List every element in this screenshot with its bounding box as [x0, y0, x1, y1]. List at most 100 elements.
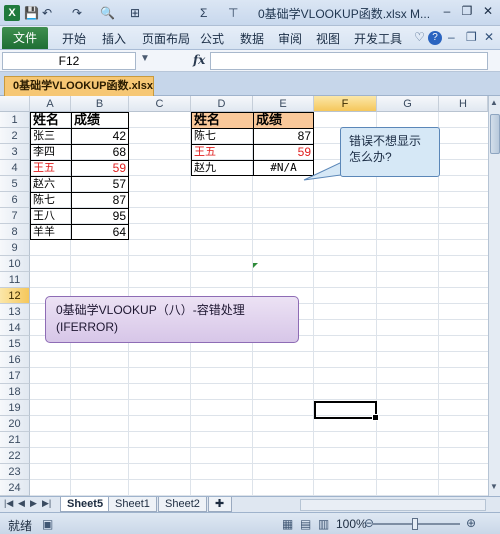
row-header-5[interactable]: 5	[0, 176, 30, 192]
row-header-9[interactable]: 9	[0, 240, 30, 256]
left-score-cell[interactable]: 87	[71, 192, 129, 208]
macro-record-icon[interactable]: ▣	[42, 517, 53, 531]
restore-window-icon[interactable]: ❐	[466, 30, 477, 44]
zoom-level[interactable]: 100%	[336, 517, 367, 531]
left-name-cell[interactable]: 张三	[30, 128, 71, 144]
page-break-view-icon[interactable]: ▥	[318, 517, 329, 531]
last-sheet-icon[interactable]: ▶|	[42, 498, 51, 509]
active-cell-f12[interactable]	[314, 401, 379, 421]
tab-view[interactable]: 视图	[316, 30, 340, 47]
help-icon[interactable]: ?	[428, 31, 442, 45]
left-name-cell[interactable]: 羊羊	[30, 224, 71, 240]
sheet-tab-sheet2[interactable]: Sheet2	[158, 497, 207, 512]
tab-data[interactable]: 数据	[240, 30, 264, 47]
right-header-name[interactable]: 姓名	[191, 112, 253, 128]
right-name-cell[interactable]: 王五	[191, 144, 253, 160]
row-header-7[interactable]: 7	[0, 208, 30, 224]
row-header-14[interactable]: 14	[0, 320, 30, 336]
row-header-12[interactable]: 12	[0, 288, 30, 304]
filter-icon[interactable]: ⊤	[228, 4, 238, 22]
autosum-icon[interactable]: Σ	[200, 4, 207, 22]
formula-input[interactable]	[210, 52, 488, 70]
print-preview-icon[interactable]: 🔍	[100, 4, 115, 22]
right-name-cell[interactable]: 赵九	[191, 160, 253, 176]
row-header-1[interactable]: 1	[0, 112, 30, 128]
right-score-cell[interactable]: 87	[253, 128, 314, 144]
row-header-22[interactable]: 22	[0, 448, 30, 464]
row-header-2[interactable]: 2	[0, 128, 30, 144]
left-name-cell[interactable]: 赵六	[30, 176, 71, 192]
row-header-19[interactable]: 19	[0, 400, 30, 416]
left-name-cell[interactable]: 王五	[30, 160, 71, 176]
left-score-cell[interactable]: 57	[71, 176, 129, 192]
workbook-tab[interactable]: 0基础学VLOOKUP函数.xlsx	[4, 76, 154, 96]
row-header-16[interactable]: 16	[0, 352, 30, 368]
vertical-scrollbar[interactable]: ▲ ▼	[488, 96, 500, 496]
minimize-ribbon-icon[interactable]: –	[448, 30, 455, 44]
name-box[interactable]: F12	[2, 52, 136, 70]
row-header-8[interactable]: 8	[0, 224, 30, 240]
tab-page-layout[interactable]: 页面布局	[142, 30, 190, 47]
row-header-10[interactable]: 10	[0, 256, 30, 272]
column-header-g[interactable]: G	[377, 96, 439, 112]
column-header-c[interactable]: C	[129, 96, 191, 112]
left-name-cell[interactable]: 王八	[30, 208, 71, 224]
left-score-cell[interactable]: 68	[71, 144, 129, 160]
minimize-button[interactable]: –	[438, 2, 456, 20]
scroll-down-icon[interactable]: ▼	[490, 482, 498, 491]
right-name-cell[interactable]: 陈七	[191, 128, 253, 144]
prev-sheet-icon[interactable]: ◀	[18, 498, 25, 509]
sheet-tab-sheet5[interactable]: Sheet5	[60, 497, 111, 512]
left-header-name[interactable]: 姓名	[30, 112, 71, 128]
tab-insert[interactable]: 插入	[102, 30, 126, 47]
row-header-23[interactable]: 23	[0, 464, 30, 480]
left-score-cell[interactable]: 42	[71, 128, 129, 144]
scroll-up-icon[interactable]: ▲	[490, 98, 498, 107]
left-name-cell[interactable]: 李四	[30, 144, 71, 160]
page-layout-view-icon[interactable]: ▤	[300, 517, 311, 531]
column-header-a[interactable]: A	[30, 96, 71, 112]
column-header-d[interactable]: D	[191, 96, 253, 112]
tab-formulas[interactable]: 公式	[200, 30, 224, 47]
left-score-cell[interactable]: 64	[71, 224, 129, 240]
vertical-scroll-thumb[interactable]	[490, 114, 500, 154]
tab-developer[interactable]: 开发工具	[354, 30, 402, 47]
title-note-shape[interactable]: 0基础学VLOOKUP（八）-容错处理 (IFERROR)	[45, 296, 299, 343]
undo-icon[interactable]: ↶	[42, 4, 52, 22]
insert-sheet-icon[interactable]: ✚	[208, 497, 232, 512]
column-header-f[interactable]: F	[314, 96, 377, 112]
close-workbook-icon[interactable]: ✕	[484, 30, 494, 44]
row-header-6[interactable]: 6	[0, 192, 30, 208]
left-header-score[interactable]: 成绩	[71, 112, 129, 128]
row-header-24[interactable]: 24	[0, 480, 30, 496]
left-name-cell[interactable]: 陈七	[30, 192, 71, 208]
tab-home[interactable]: 开始	[62, 30, 86, 47]
callout-shape[interactable]: 错误不想显示 怎么办?	[340, 127, 440, 177]
collapse-ribbon-icon[interactable]: ♡	[414, 30, 425, 44]
column-header-e[interactable]: E	[253, 96, 314, 112]
select-all-corner[interactable]	[0, 96, 30, 112]
next-sheet-icon[interactable]: ▶	[30, 498, 37, 509]
column-header-b[interactable]: B	[71, 96, 129, 112]
row-header-15[interactable]: 15	[0, 336, 30, 352]
left-score-cell[interactable]: 59	[71, 160, 129, 176]
right-score-cell[interactable]: 59	[253, 144, 314, 160]
excel-logo-icon[interactable]: X	[4, 5, 20, 21]
column-header-h[interactable]: H	[439, 96, 488, 112]
row-header-21[interactable]: 21	[0, 432, 30, 448]
redo-icon[interactable]: ↷	[72, 4, 82, 22]
normal-view-icon[interactable]: ▦	[282, 517, 293, 531]
row-header-4[interactable]: 4	[0, 160, 30, 176]
right-header-score[interactable]: 成绩	[253, 112, 314, 128]
first-sheet-icon[interactable]: |◀	[4, 498, 13, 509]
row-header-11[interactable]: 11	[0, 272, 30, 288]
row-header-18[interactable]: 18	[0, 384, 30, 400]
error-indicator-icon[interactable]	[253, 263, 258, 268]
save-icon[interactable]: 💾	[24, 4, 39, 22]
tab-file[interactable]: 文件	[2, 27, 48, 49]
row-header-3[interactable]: 3	[0, 144, 30, 160]
left-score-cell[interactable]: 95	[71, 208, 129, 224]
row-header-20[interactable]: 20	[0, 416, 30, 432]
row-header-13[interactable]: 13	[0, 304, 30, 320]
row-header-17[interactable]: 17	[0, 368, 30, 384]
